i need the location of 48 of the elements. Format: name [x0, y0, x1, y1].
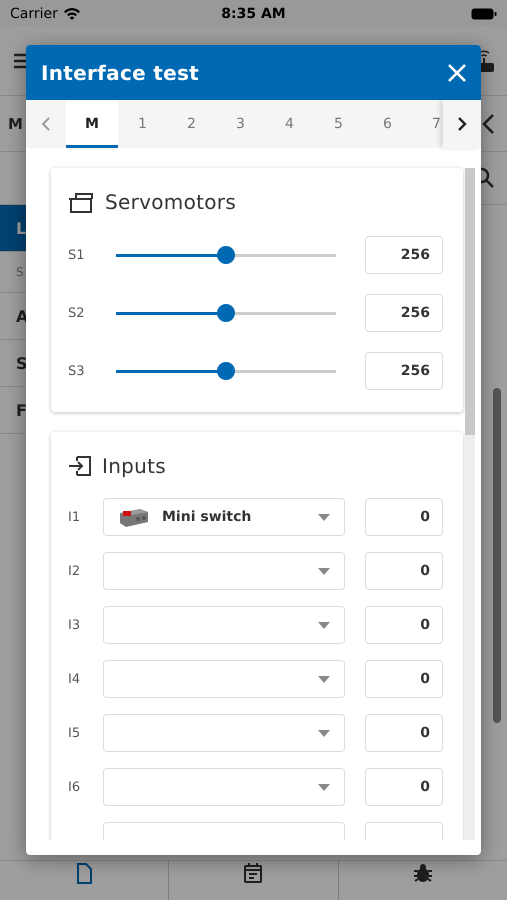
caret-icon [318, 730, 330, 736]
value-field[interactable]: 0 [365, 714, 443, 752]
input-label: I1 [68, 510, 82, 524]
input-label: I6 [68, 780, 82, 794]
tab[interactable]: 6 [363, 100, 412, 148]
servo-label: S3 [68, 364, 86, 378]
wifi-icon [62, 7, 81, 20]
value-field[interactable]: 0 [365, 498, 443, 536]
sensor-dropdown[interactable]: Mini switch [103, 498, 345, 536]
tab[interactable]: 3 [216, 100, 265, 148]
back-chevron-icon[interactable] [481, 112, 495, 134]
caret-icon [318, 514, 330, 520]
caret-icon [318, 622, 330, 628]
input-label: I5 [68, 726, 82, 740]
value-field[interactable]: 0 [365, 768, 443, 806]
card-title: Inputs [102, 454, 166, 478]
caret-icon [318, 568, 330, 574]
caret-icon [318, 676, 330, 682]
value-field[interactable]: 0 [365, 552, 443, 590]
value-field[interactable]: 0 [365, 606, 443, 644]
input-label: I2 [68, 564, 82, 578]
clock: 8:35 AM [221, 6, 286, 22]
tab[interactable]: 2 [167, 100, 216, 148]
tab[interactable]: 1 [118, 100, 167, 148]
next-tab-button[interactable] [443, 100, 481, 148]
tab[interactable]: 7 [412, 100, 443, 148]
value-field[interactable]: 0 [365, 660, 443, 698]
input-label: I3 [68, 618, 82, 632]
value-field[interactable]: 256 [365, 294, 443, 332]
input-icon [68, 456, 92, 476]
close-button[interactable] [447, 62, 467, 82]
chevron-left-icon [41, 116, 51, 132]
servo-label: S2 [68, 306, 86, 320]
caret-icon [318, 784, 330, 790]
input-label: I4 [68, 672, 82, 686]
battery-icon [471, 8, 497, 20]
sensor-name: Mini switch [162, 509, 252, 525]
tab[interactable]: 4 [265, 100, 314, 148]
tab[interactable]: M [66, 100, 118, 148]
dialog-title: Interface test [41, 60, 200, 84]
value-field[interactable]: 256 [365, 352, 443, 390]
carrier-label: Carrier [10, 6, 58, 22]
tab[interactable]: 5 [314, 100, 363, 148]
servo-icon [68, 191, 95, 213]
header-title: M [8, 114, 23, 132]
chevron-right-icon [457, 116, 467, 132]
card-title: Servomotors [105, 190, 236, 214]
value-field[interactable]: 256 [365, 236, 443, 274]
